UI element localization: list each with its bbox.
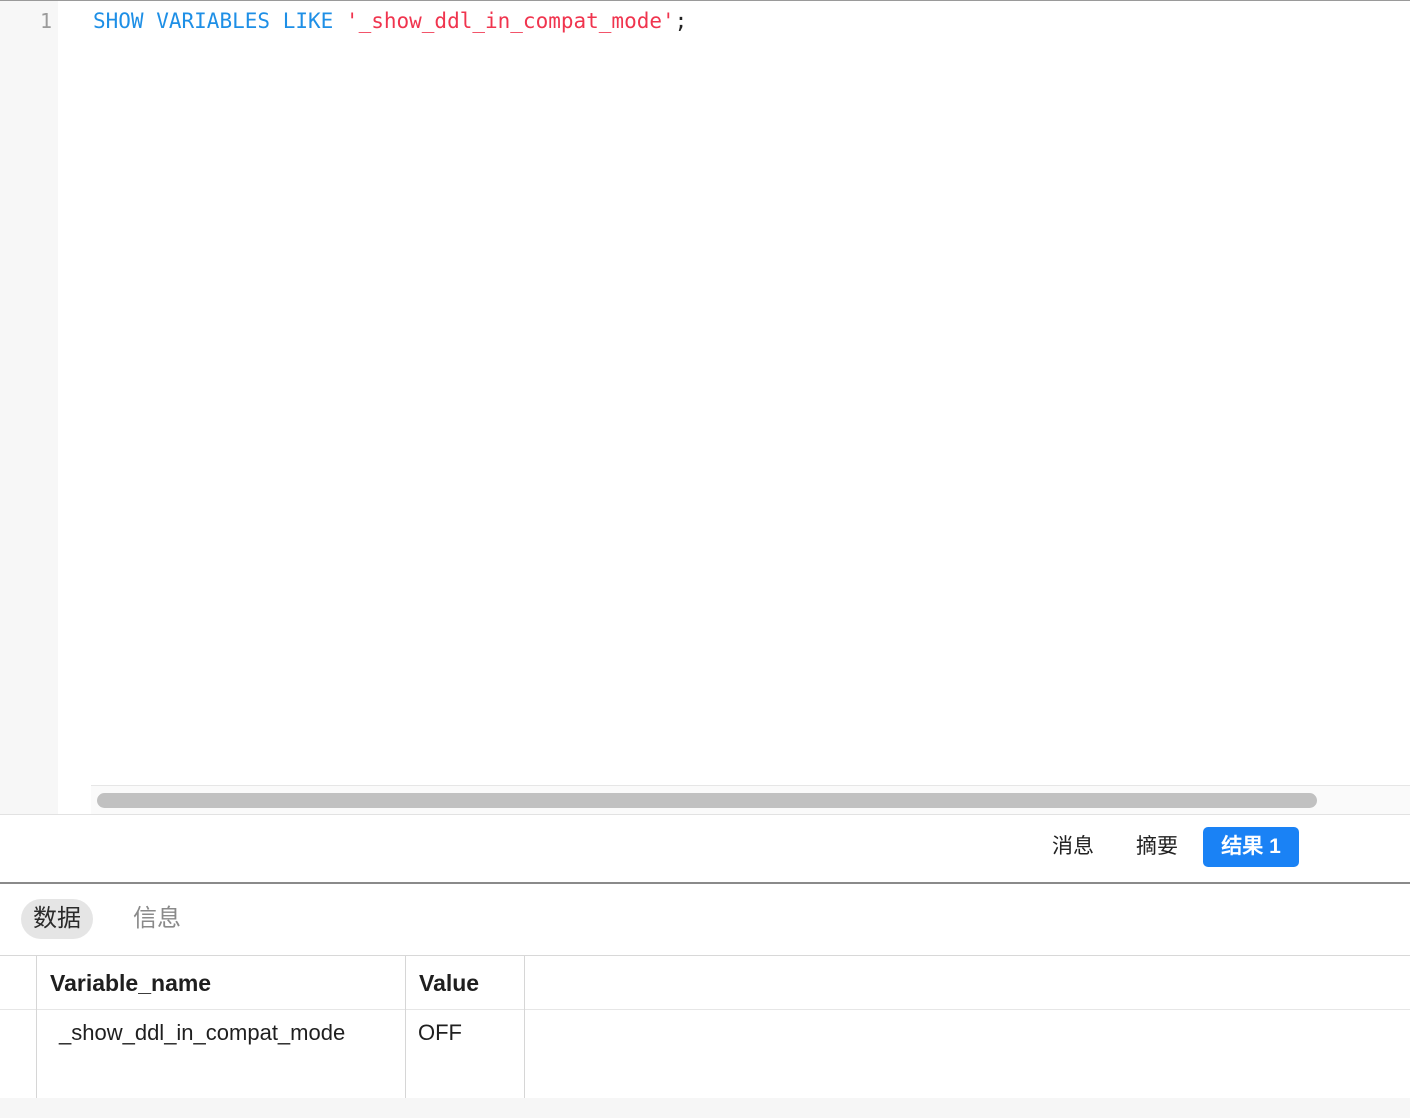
result-data-grid: Variable_name Value _show_ddl_in_compat_… — [0, 956, 1410, 1118]
sql-terminator: ; — [674, 9, 688, 33]
column-divider[interactable] — [524, 956, 525, 1118]
column-divider[interactable] — [405, 956, 406, 1118]
subtab-info[interactable]: 信息 — [121, 899, 193, 939]
code-line-1[interactable]: SHOW VARIABLES LIKE '_show_ddl_in_compat… — [93, 7, 687, 35]
grid-header-row: Variable_name Value — [0, 956, 1410, 1010]
sql-keyword-show: SHOW — [93, 9, 144, 33]
line-number: 1 — [39, 9, 52, 33]
sql-string-literal: '_show_ddl_in_compat_mode' — [345, 9, 675, 33]
column-divider — [36, 956, 37, 1118]
sql-editor[interactable]: 1 SHOW VARIABLES LIKE '_show_ddl_in_comp… — [0, 0, 1410, 815]
horizontal-scrollbar[interactable] — [91, 785, 1410, 815]
tab-messages[interactable]: 消息 — [1040, 827, 1106, 867]
sql-keyword-variables: VARIABLES — [156, 9, 271, 33]
line-number-gutter: 1 — [0, 1, 58, 815]
cell-variable-name[interactable]: _show_ddl_in_compat_mode — [59, 1020, 345, 1046]
tab-result-1[interactable]: 结果 1 — [1203, 827, 1299, 867]
subtab-data[interactable]: 数据 — [21, 899, 93, 939]
table-row-placeholder — [0, 1098, 1410, 1118]
column-header-variable-name[interactable]: Variable_name — [50, 956, 211, 1010]
horizontal-scrollbar-thumb[interactable] — [97, 793, 1317, 808]
column-header-value[interactable]: Value — [419, 956, 479, 1010]
cell-value[interactable]: OFF — [418, 1020, 462, 1046]
result-tab-bar: 消息 摘要 结果 1 — [0, 814, 1410, 884]
result-subtab-bar: 数据 信息 — [0, 884, 1410, 956]
tab-summary[interactable]: 摘要 — [1124, 827, 1190, 867]
sql-keyword-like: LIKE — [282, 9, 334, 33]
